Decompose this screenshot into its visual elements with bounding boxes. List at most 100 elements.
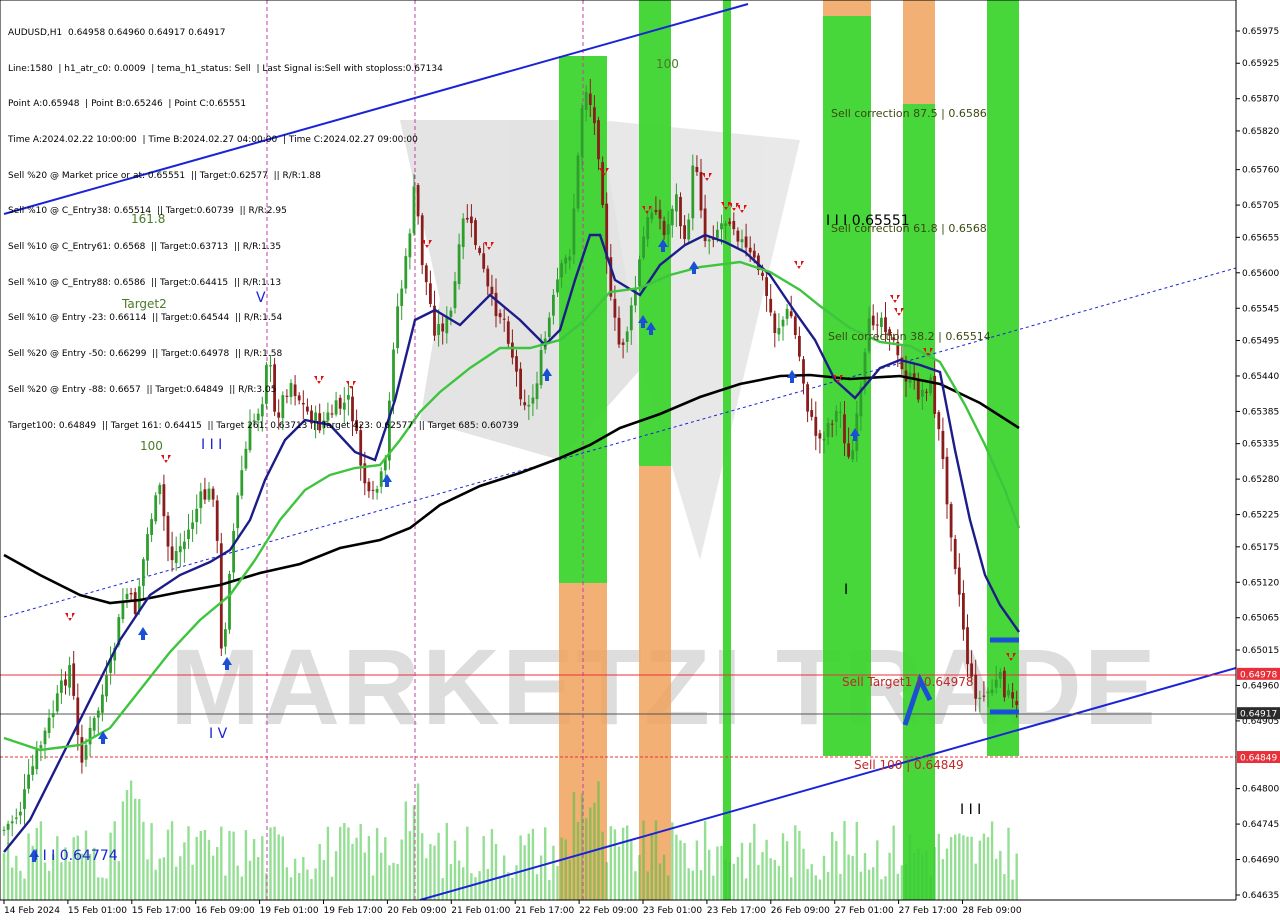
candle-body: [121, 601, 125, 620]
volume-bar: [679, 840, 682, 900]
volume-bar: [749, 842, 752, 900]
candle-body: [166, 515, 170, 547]
volume-bar: [712, 875, 715, 900]
candle-body: [125, 593, 129, 600]
volume-bar: [781, 833, 785, 900]
volume-bar: [802, 848, 805, 900]
x-tick-label: 20 Feb 09:00: [387, 906, 446, 916]
y-tick-label: 0.65975: [1242, 27, 1279, 37]
candle-body: [941, 430, 945, 460]
info-line: Target100: 0.64849 || Target 161: 0.6441…: [8, 420, 519, 431]
volume-bar: [548, 879, 551, 900]
volume-bar: [929, 875, 932, 900]
candle-body: [588, 93, 592, 105]
volume-bar: [761, 852, 764, 900]
candle-body: [88, 727, 92, 745]
volume-bar: [429, 844, 432, 900]
volume-bar: [478, 871, 481, 900]
volume-bar: [269, 827, 272, 900]
volume-bar: [687, 868, 690, 900]
volume-bar: [822, 855, 826, 900]
volume-bar: [252, 839, 256, 900]
price-tag-label: 0.64849: [1240, 754, 1277, 764]
candle-body: [170, 546, 174, 561]
candle-body: [990, 689, 994, 693]
candle-body: [183, 541, 186, 550]
volume-bar: [351, 843, 354, 900]
volume-bar: [330, 876, 334, 900]
sell-100-label: Sell 100 | 0.64849: [854, 758, 964, 772]
candle-body: [564, 257, 568, 264]
volume-bar: [416, 783, 420, 900]
candle-body: [219, 543, 223, 649]
price-tag-label: 0.64917: [1240, 710, 1277, 720]
y-tick-label: 0.65225: [1242, 511, 1279, 521]
info-line: Sell %20 @ Entry -88: 0.6657 || Target:0…: [8, 384, 277, 395]
candle-body: [47, 717, 51, 733]
candle-body: [27, 774, 30, 789]
volume-bar: [142, 821, 145, 900]
volume-bar: [535, 874, 539, 900]
volume-bar: [765, 839, 768, 900]
candle-body: [880, 317, 883, 328]
candle-body: [617, 317, 621, 345]
volume-bar: [220, 826, 223, 900]
candle-body: [129, 593, 133, 595]
price-tag-label: 0.64978: [1240, 670, 1277, 680]
candle-body: [178, 546, 182, 553]
volume-bar: [585, 818, 588, 900]
candle-body: [621, 342, 625, 345]
candle-body: [576, 155, 580, 209]
candle-body: [195, 508, 199, 523]
candle-body: [68, 664, 71, 688]
volume-bar: [847, 854, 850, 900]
candle-body: [818, 433, 822, 439]
volume-bar: [298, 873, 301, 900]
candle-body: [670, 208, 674, 226]
volume-bar: [855, 821, 858, 900]
candle-body: [875, 324, 879, 326]
volume-bar: [236, 865, 239, 900]
candle-body: [752, 250, 756, 258]
candle-body: [732, 220, 736, 230]
candle-body: [679, 196, 682, 227]
candle-body: [535, 383, 539, 400]
candle-body: [203, 489, 207, 500]
volume-bar: [277, 834, 280, 900]
candle-body: [789, 311, 793, 317]
volume-bar: [531, 828, 535, 900]
volume-bar: [363, 852, 366, 900]
candle-body: [191, 522, 194, 529]
volume-bar: [146, 859, 149, 900]
zone-orange: [823, 0, 871, 16]
volume-bar: [568, 859, 571, 900]
candle-body: [14, 817, 18, 819]
y-tick-label: 0.65440: [1242, 372, 1279, 382]
info-line: Sell %10 @ C_Entry38: 0.65514 || Target:…: [8, 206, 287, 217]
volume-bar: [129, 780, 133, 900]
volume-bar: [101, 877, 104, 900]
volume-bar: [179, 856, 182, 900]
volume-bar: [433, 845, 436, 900]
candle-body: [174, 550, 178, 563]
volume-bar: [302, 856, 305, 900]
x-tick-label: 22 Feb 09:00: [579, 906, 638, 916]
volume-bar: [19, 870, 22, 900]
candle-body: [552, 294, 555, 316]
volume-bar: [806, 868, 809, 900]
candle-body: [539, 349, 543, 386]
volume-bar: [826, 872, 830, 900]
volume-bar: [876, 840, 879, 900]
volume-bar: [293, 858, 297, 900]
volume-bar: [170, 821, 174, 900]
volume-bar: [15, 855, 18, 900]
volume-bar: [609, 826, 612, 900]
candle-body: [851, 450, 855, 460]
candle-body: [39, 745, 43, 749]
volume-bar: [392, 862, 395, 900]
volume-bar: [343, 822, 346, 900]
info-line: Sell %10 @ C_Entry88: 0.6586 || Target:0…: [8, 277, 282, 288]
y-tick-label: 0.65065: [1242, 614, 1279, 624]
volume-bar: [880, 879, 883, 900]
candle-body: [572, 208, 576, 255]
